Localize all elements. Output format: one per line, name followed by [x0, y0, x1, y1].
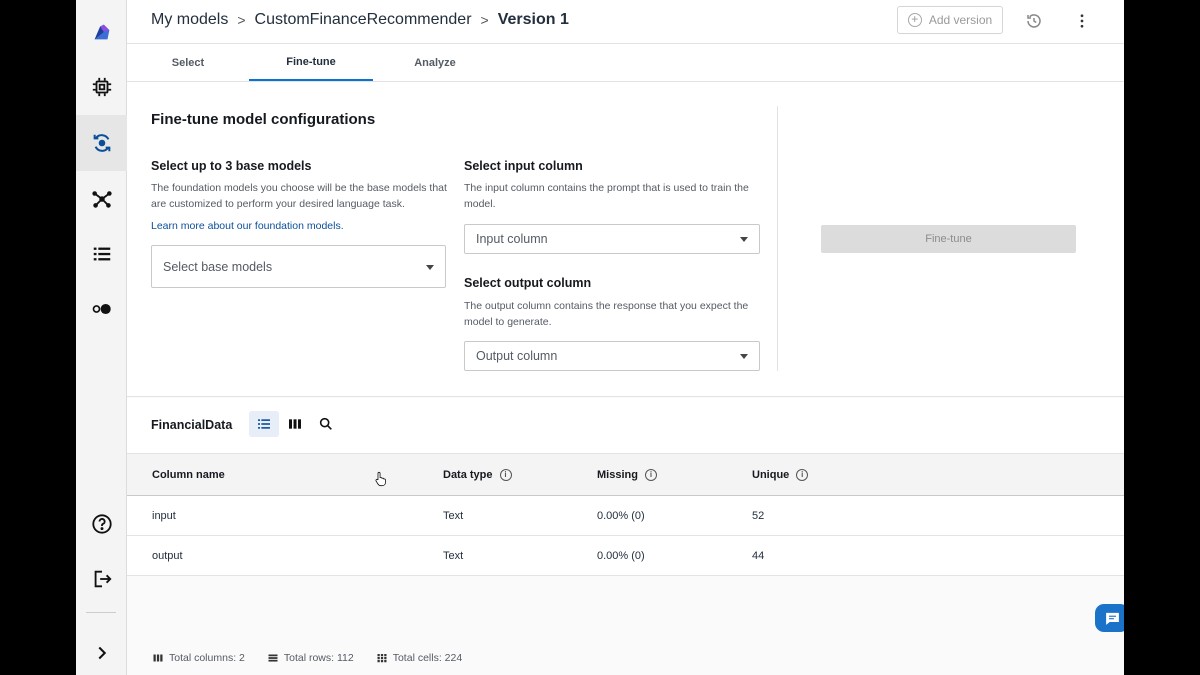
stat-label: Total rows: 112	[283, 652, 354, 664]
dataset-stats: Total columns: 2 Total rows: 112 Total c…	[127, 648, 1124, 668]
app-window: My models > CustomFinanceRecommender > V…	[76, 0, 1124, 675]
column-header-missing[interactable]: Missing i	[597, 469, 657, 481]
column-header-type[interactable]: Data type i	[443, 469, 512, 481]
expand-icon[interactable]	[76, 625, 127, 675]
breadcrumb-version: Version 1	[497, 11, 569, 28]
fine-tune-config-panel: Fine-tune model configurations Select up…	[127, 82, 1124, 397]
cell-unique: 52	[752, 510, 765, 522]
tab-analyze[interactable]: Analyze	[385, 44, 485, 81]
more-icon[interactable]	[1071, 10, 1093, 32]
info-icon[interactable]: i	[644, 469, 657, 481]
column-header-unique[interactable]: Unique i	[752, 469, 809, 481]
refresh-icon[interactable]	[76, 115, 127, 171]
toggle-icon[interactable]	[76, 281, 127, 337]
base-models-select[interactable]: Select base models	[151, 245, 446, 288]
add-version-button[interactable]: + Add version	[897, 6, 1003, 34]
base-models-description: The foundation models you choose will be…	[151, 182, 447, 210]
stat-label: Total cells: 224	[392, 652, 463, 664]
list-view-icon[interactable]	[249, 411, 279, 437]
breadcrumb-my-models[interactable]: My models	[151, 11, 228, 29]
stat-total-cells: Total cells: 224	[376, 652, 462, 664]
help-icon[interactable]	[76, 496, 127, 552]
network-icon[interactable]	[76, 171, 127, 227]
stat-label: Total columns: 2	[169, 652, 245, 664]
column-view-icon[interactable]	[280, 411, 310, 437]
chevron-right-icon: >	[237, 12, 246, 28]
base-models-title: Select up to 3 base models	[151, 159, 312, 173]
add-version-label: Add version	[928, 13, 993, 27]
cell-unique: 44	[752, 550, 765, 562]
columns-icon	[153, 654, 163, 662]
caret-down-icon	[740, 354, 748, 359]
output-column-placeholder: Output column	[476, 349, 558, 363]
history-icon[interactable]	[1023, 10, 1045, 32]
chip-icon[interactable]	[76, 59, 127, 115]
search-icon[interactable]	[311, 411, 341, 437]
cells-icon	[377, 654, 387, 663]
rows-icon	[268, 654, 278, 662]
input-column-select[interactable]: Input column	[464, 224, 760, 254]
rail-divider	[86, 612, 116, 613]
dataset-toolbar: FinancialData	[127, 398, 1124, 453]
foundation-models-link[interactable]: Learn more about our foundation models.	[151, 220, 344, 232]
logo-icon[interactable]	[76, 4, 127, 60]
fine-tune-button[interactable]: Fine-tune	[821, 225, 1076, 253]
input-column-title: Select input column	[464, 159, 583, 173]
output-column-select[interactable]: Output column	[464, 341, 760, 371]
config-divider	[777, 106, 778, 371]
column-header-label: Column name	[152, 469, 225, 481]
table-row[interactable]: output Text 0.00% (0) 44	[127, 536, 1124, 576]
cell-data-type: Text	[443, 550, 464, 562]
tab-fine-tune[interactable]: Fine-tune	[249, 44, 373, 81]
base-models-placeholder: Select base models	[163, 259, 273, 274]
input-column-description: The input column contains the prompt tha…	[464, 182, 749, 210]
table-row[interactable]: input Text 0.00% (0) 52	[127, 496, 1124, 536]
output-column-description: The output column contains the response …	[464, 300, 749, 328]
cell-data-type: Text	[443, 510, 464, 522]
cell-column-name: output	[152, 550, 183, 562]
tab-select[interactable]: Select	[139, 44, 237, 81]
breadcrumb: My models > CustomFinanceRecommender > V…	[151, 11, 569, 29]
config-title: Fine-tune model configurations	[151, 111, 376, 128]
chat-icon[interactable]	[1095, 604, 1124, 632]
column-header-name[interactable]: Column name	[152, 469, 225, 481]
column-header-label: Data type	[443, 469, 493, 481]
column-header-label: Unique	[752, 469, 790, 481]
breadcrumb-model[interactable]: CustomFinanceRecommender	[255, 11, 472, 29]
left-rail	[76, 0, 127, 675]
column-header-label: Missing	[597, 469, 638, 481]
cell-missing: 0.00% (0)	[597, 550, 645, 562]
dataset-name: FinancialData	[151, 418, 233, 432]
stat-total-columns: Total columns: 2	[152, 652, 245, 664]
columns-table: Column name Data type i Missing i Unique i …	[127, 453, 1124, 576]
caret-down-icon	[426, 264, 434, 270]
input-column-placeholder: Input column	[476, 232, 548, 246]
chevron-right-icon: >	[480, 12, 489, 28]
tab-bar: Select Fine-tune Analyze	[127, 44, 1124, 82]
list-icon[interactable]	[76, 226, 127, 282]
info-icon[interactable]: i	[499, 469, 512, 481]
plus-circle-icon: +	[907, 13, 922, 27]
cell-missing: 0.00% (0)	[597, 510, 645, 522]
hand-cursor-icon	[373, 470, 389, 493]
info-icon[interactable]: i	[796, 469, 809, 481]
sign-out-icon[interactable]	[76, 551, 127, 607]
output-column-title: Select output column	[464, 276, 592, 290]
caret-down-icon	[740, 237, 748, 242]
cell-column-name: input	[152, 510, 176, 522]
table-header: Column name Data type i Missing i Unique i	[127, 453, 1124, 496]
stat-total-rows: Total rows: 112	[267, 652, 354, 664]
page-header: My models > CustomFinanceRecommender > V…	[127, 0, 1124, 44]
